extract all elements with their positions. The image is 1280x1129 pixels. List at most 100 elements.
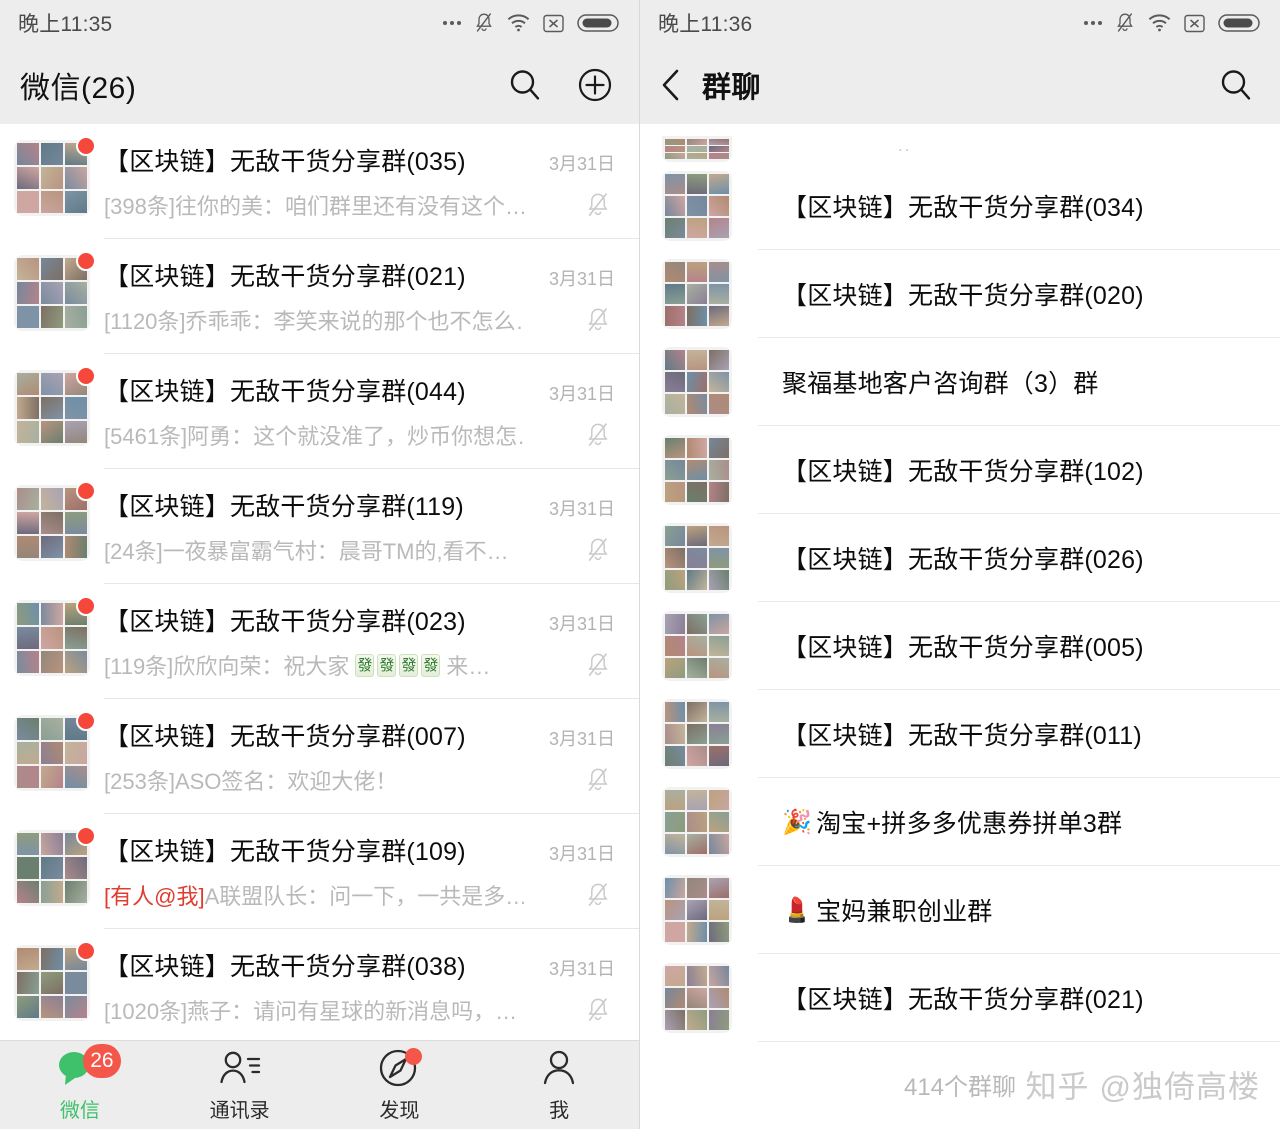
mute-bell-icon: [588, 423, 608, 447]
group-name: 【区块链】无敌干货分享群(020): [782, 276, 1144, 312]
group-name: 【区块链】无敌干货分享群(034): [782, 188, 1144, 224]
avatar[interactable]: [0, 366, 104, 446]
avatar[interactable]: [662, 699, 758, 769]
chat-timestamp: 3月31日: [548, 614, 615, 634]
group-list-item[interactable]: 【区块链】无敌干货分享群(011): [640, 690, 1280, 778]
chat-snippet-text: ASO签名：欢迎大佬！: [174, 769, 398, 794]
chat-list-item[interactable]: 【区块链】无敌干货分享群(007) 3月31日 [253条] ASO签名：欢迎大佬！: [0, 699, 639, 814]
mahjong-green-dragon-icon: 發: [377, 653, 397, 677]
chat-list-item[interactable]: 【区块链】无敌干货分享群(119) 3月31日 [24条] 一夜暴富霸气村：晨哥TM的…: [0, 469, 639, 584]
search-icon[interactable]: [1218, 67, 1254, 103]
status-clock: 晚上11:35: [18, 13, 113, 36]
group-avatar-mosaic: [662, 875, 732, 945]
tab-discover[interactable]: 发现: [320, 1041, 480, 1129]
group-list-item[interactable]: 💄 宝妈兼职创业群: [640, 866, 1280, 954]
group-name-text: 【区块链】无敌干货分享群(020): [782, 281, 1144, 310]
zhihu-watermark: 知乎 @独倚高楼: [1026, 1062, 1260, 1107]
group-name-text: 【区块链】无敌干货分享群(026): [782, 545, 1144, 574]
dual-screenshot: 晚上11:35 微信(26) 【区块链】无敌干货分享群(035) 3月31日 […: [0, 0, 1280, 1129]
avatar[interactable]: [0, 596, 104, 676]
nav-bar-left: 微信(26): [0, 46, 639, 124]
chat-title: 【区块链】无敌干货分享群(044): [104, 378, 466, 406]
chat-timestamp: 3月31日: [548, 844, 615, 864]
avatar[interactable]: [662, 875, 758, 945]
plus-circle-icon[interactable]: [577, 67, 613, 103]
avatar[interactable]: [662, 259, 758, 329]
group-list-item[interactable]: 【区块链】无敌干货分享群(021): [640, 954, 1280, 1042]
chat-item-body: 【区块链】无敌干货分享群(038) 3月31日 [1020条] 燕子：请问有星球的新消…: [104, 945, 639, 1040]
back-chevron-icon[interactable]: [660, 67, 682, 103]
chat-timestamp: 3月31日: [548, 154, 615, 174]
avatar[interactable]: [0, 481, 104, 561]
group-list-item[interactable]: 【区块链】无敌干货分享群(034): [640, 162, 1280, 250]
group-name: 【区块链】无敌干货分享群(005): [782, 628, 1144, 664]
group-list-item[interactable]: 【区块链】无敌干货分享群(005): [640, 602, 1280, 690]
group-avatar-mosaic: [662, 435, 732, 505]
chat-list-item[interactable]: 【区块链】无敌干货分享群(038) 3月31日 [1020条] 燕子：请问有星球的新消…: [0, 929, 639, 1040]
avatar[interactable]: [0, 711, 104, 791]
partially-scrolled-list-item[interactable]: ..: [640, 124, 1280, 162]
group-name-text: 【区块链】无敌干货分享群(005): [782, 633, 1144, 662]
group-list-item[interactable]: 聚福基地客户咨询群（3）群: [640, 338, 1280, 426]
avatar[interactable]: [0, 136, 104, 216]
chat-list-item[interactable]: 【区块链】无敌干货分享群(021) 3月31日 [1120条] 乔乖乖：李笑来说的那个…: [0, 239, 639, 354]
mute-bell-icon: [588, 998, 608, 1022]
chat-item-bottom-line: [24条] 一夜暴富霸气村：晨哥TM的,看不…: [104, 534, 639, 566]
chat-item-bottom-line: [1020条] 燕子：请问有星球的新消息吗，…: [104, 994, 639, 1026]
chat-item-bottom-line: [5461条] 阿勇：这个就没准了，炒币你想怎…: [104, 419, 639, 451]
status-bar-right: 晚上11:36: [640, 0, 1280, 46]
group-list-item[interactable]: 🎉 淘宝+拼多多优惠券拼单3群: [640, 778, 1280, 866]
avatar[interactable]: [662, 787, 758, 857]
bottom-tab-bar[interactable]: 26 微信 通讯录 发现 我: [0, 1040, 639, 1129]
unread-dot-badge: [76, 251, 96, 271]
page-title: 群聊: [702, 72, 762, 104]
battery-icon: [577, 14, 619, 32]
chat-snippet-text: 往你的美：咱们群里还有没有这个…: [174, 194, 524, 219]
avatar[interactable]: [0, 941, 104, 1021]
chat-item-bottom-line: [1120条] 乔乖乖：李笑来说的那个也不怎么…: [104, 304, 639, 336]
chat-list[interactable]: 【区块链】无敌干货分享群(035) 3月31日 [398条] 往你的美：咱们群里还有没…: [0, 124, 639, 1040]
avatar[interactable]: [662, 171, 758, 241]
mahjong-green-dragon-icon: 發: [355, 653, 375, 677]
chat-list-item[interactable]: 【区块链】无敌干货分享群(109) 3月31日 [有人@我] A联盟队长：问一下，一共…: [0, 814, 639, 929]
chat-title: 【区块链】无敌干货分享群(023): [104, 608, 466, 636]
mute-bell-icon: [588, 193, 608, 217]
group-list-item[interactable]: 【区块链】无敌干货分享群(020): [640, 250, 1280, 338]
scroll-hint-dots: ..: [898, 136, 912, 155]
chat-list-item[interactable]: 【区块链】无敌干货分享群(044) 3月31日 [5461条] 阿勇：这个就没准了，炒…: [0, 354, 639, 469]
group-chat-list[interactable]: .. 【区块链】无敌干货分享群(034) 【区块链】无敌干货分享群(020) 聚福基地…: [640, 124, 1280, 1129]
group-avatar-mosaic: [662, 963, 732, 1033]
group-list-item[interactable]: 【区块链】无敌干货分享群(026): [640, 514, 1280, 602]
chat-item-top-line: 【区块链】无敌干货分享群(109) 3月31日: [104, 832, 639, 868]
search-icon[interactable]: [507, 67, 543, 103]
avatar[interactable]: [0, 826, 104, 906]
group-item-body: 🎉 淘宝+拼多多优惠券拼单3群: [758, 778, 1280, 866]
tab-wechat[interactable]: 26 微信: [0, 1041, 160, 1129]
chat-title: 【区块链】无敌干货分享群(035): [104, 148, 466, 176]
avatar[interactable]: [662, 963, 758, 1033]
right-phone-panel: 晚上11:36 群聊 .. 【区块链】无敌干货分享群(034) 【区块链】无敌干…: [640, 0, 1280, 1129]
chat-title: 【区块链】无敌干货分享群(119): [104, 493, 464, 521]
chat-timestamp: 3月31日: [548, 384, 615, 404]
avatar[interactable]: [662, 523, 758, 593]
unread-dot-badge: [76, 481, 96, 501]
chat-list-item[interactable]: 【区块链】无敌干货分享群(023) 3月31日 [119条] 欣欣向荣：祝大家發發發發…: [0, 584, 639, 699]
avatar[interactable]: [0, 251, 104, 331]
chat-snippet: [5461条] 阿勇：这个就没准了，炒币你想怎…: [104, 419, 524, 451]
group-list-item[interactable]: 【区块链】无敌干货分享群(102): [640, 426, 1280, 514]
avatar[interactable]: [662, 435, 758, 505]
unread-count-tag: [1120条]: [104, 309, 186, 334]
group-count-footer: 414个群聊 知乎 @独倚高楼: [640, 1042, 1280, 1126]
chat-item-body: 【区块链】无敌干货分享群(035) 3月31日 [398条] 往你的美：咱们群里还有没…: [104, 140, 639, 239]
avatar[interactable]: [662, 347, 758, 417]
tab-label: 通讯录: [209, 1099, 270, 1122]
chat-snippet-text: 阿勇：这个就没准了，炒币你想怎…: [187, 424, 524, 449]
group-name-text: 【区块链】无敌干货分享群(034): [782, 193, 1144, 222]
mahjong-green-dragon-icon: 發: [421, 653, 441, 677]
group-item-body: 【区块链】无敌干货分享群(020): [758, 250, 1280, 338]
tab-me[interactable]: 我: [479, 1041, 639, 1129]
avatar[interactable]: [662, 611, 758, 681]
tab-contacts[interactable]: 通讯录: [160, 1041, 320, 1129]
chat-list-item[interactable]: 【区块链】无敌干货分享群(035) 3月31日 [398条] 往你的美：咱们群里还有没…: [0, 124, 639, 239]
chat-item-bottom-line: [253条] ASO签名：欢迎大佬！: [104, 764, 639, 796]
